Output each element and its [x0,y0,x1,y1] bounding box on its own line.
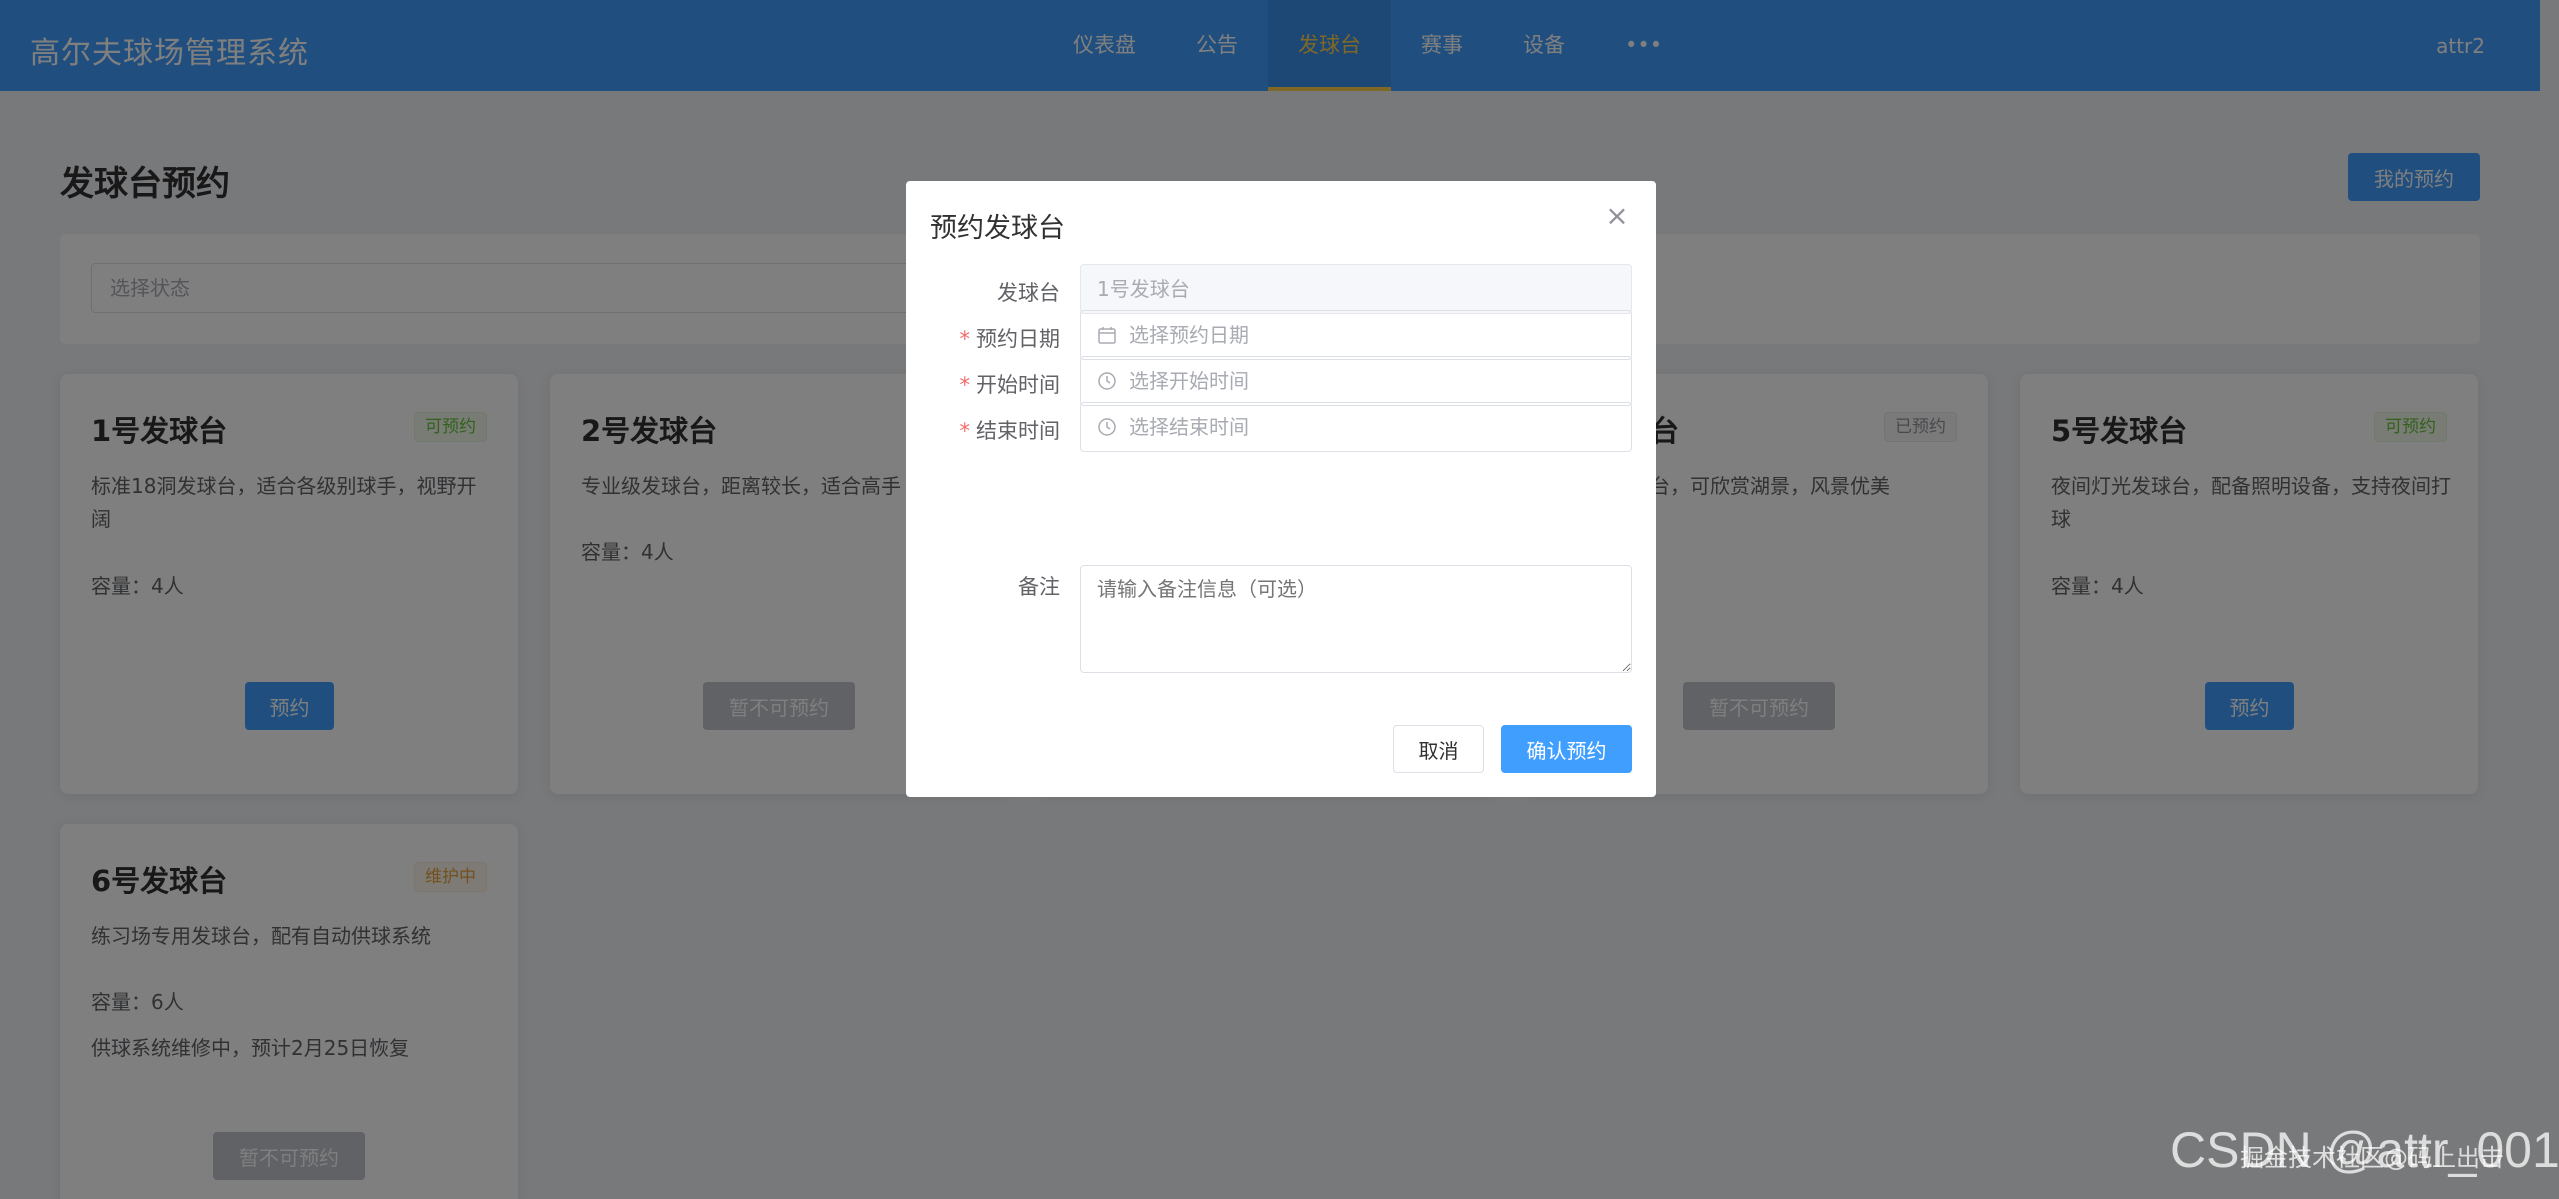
booking-dialog: 预约发球台 × 发球台 1号发球台 * 预约日期 选择预约日期 * 开始时间 选择开… [906,181,1656,797]
confirm-booking-button[interactable]: 确认预约 [1501,725,1632,773]
close-icon[interactable]: × [1604,202,1630,230]
remark-textarea[interactable] [1080,565,1632,673]
dialog-title: 预约发球台 [930,213,1065,244]
clock-icon [1098,372,1116,390]
date-picker[interactable]: 选择预约日期 [1080,310,1632,360]
remark-label: 备注 [1018,575,1060,599]
tee-field: 1号发球台 [1080,264,1632,314]
clock-icon [1098,418,1116,436]
required-mark: * [959,373,971,397]
tee-label: 发球台 [997,281,1060,305]
watermark-sub: 掘金技术社区@码上出击 [2240,1144,2504,1172]
calendar-icon [1098,327,1116,344]
start-time-label: * 开始时间 [959,373,1061,397]
required-mark: * [959,419,971,443]
start-time-picker[interactable]: 选择开始时间 [1080,356,1632,406]
cancel-button[interactable]: 取消 [1393,725,1484,773]
date-label: * 预约日期 [959,327,1061,351]
end-time-label: * 结束时间 [959,419,1061,443]
required-mark: * [959,327,971,351]
end-placeholder: 选择结束时间 [1129,415,1249,439]
date-placeholder: 选择预约日期 [1129,323,1249,347]
start-placeholder: 选择开始时间 [1129,369,1249,393]
end-time-picker[interactable]: 选择结束时间 [1080,402,1632,452]
